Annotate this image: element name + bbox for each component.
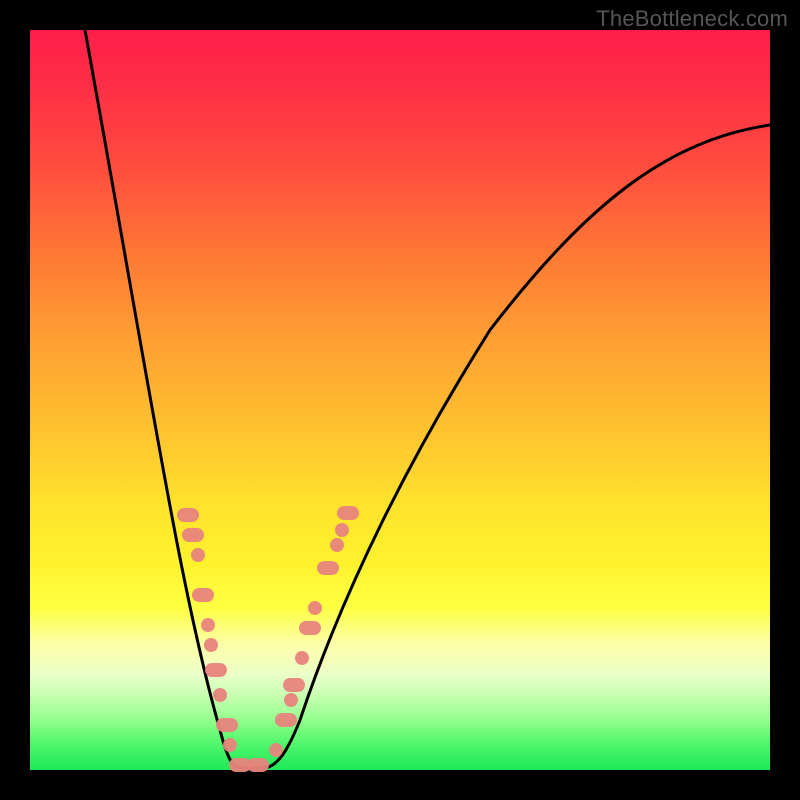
marker-15 bbox=[283, 678, 305, 692]
marker-3 bbox=[192, 588, 214, 602]
marker-13 bbox=[275, 713, 297, 727]
marker-9 bbox=[223, 738, 237, 752]
marker-6 bbox=[205, 663, 227, 677]
marker-8 bbox=[216, 718, 238, 732]
chart-frame: TheBottleneck.com bbox=[0, 0, 800, 800]
marker-12 bbox=[269, 743, 283, 757]
marker-20 bbox=[330, 538, 344, 552]
marker-2 bbox=[191, 548, 205, 562]
marker-5 bbox=[204, 638, 218, 652]
marker-11 bbox=[247, 758, 269, 772]
bottleneck-curve bbox=[30, 30, 770, 770]
marker-19 bbox=[317, 561, 339, 575]
marker-4 bbox=[201, 618, 215, 632]
marker-7 bbox=[213, 688, 227, 702]
marker-16 bbox=[295, 651, 309, 665]
marker-0 bbox=[177, 508, 199, 522]
marker-18 bbox=[308, 601, 322, 615]
curve-path bbox=[85, 30, 770, 768]
marker-14 bbox=[284, 693, 298, 707]
marker-17 bbox=[299, 621, 321, 635]
marker-21 bbox=[335, 523, 349, 537]
marker-22 bbox=[337, 506, 359, 520]
attribution-text: TheBottleneck.com bbox=[596, 6, 788, 32]
marker-1 bbox=[182, 528, 204, 542]
chart-plot-area bbox=[30, 30, 770, 770]
